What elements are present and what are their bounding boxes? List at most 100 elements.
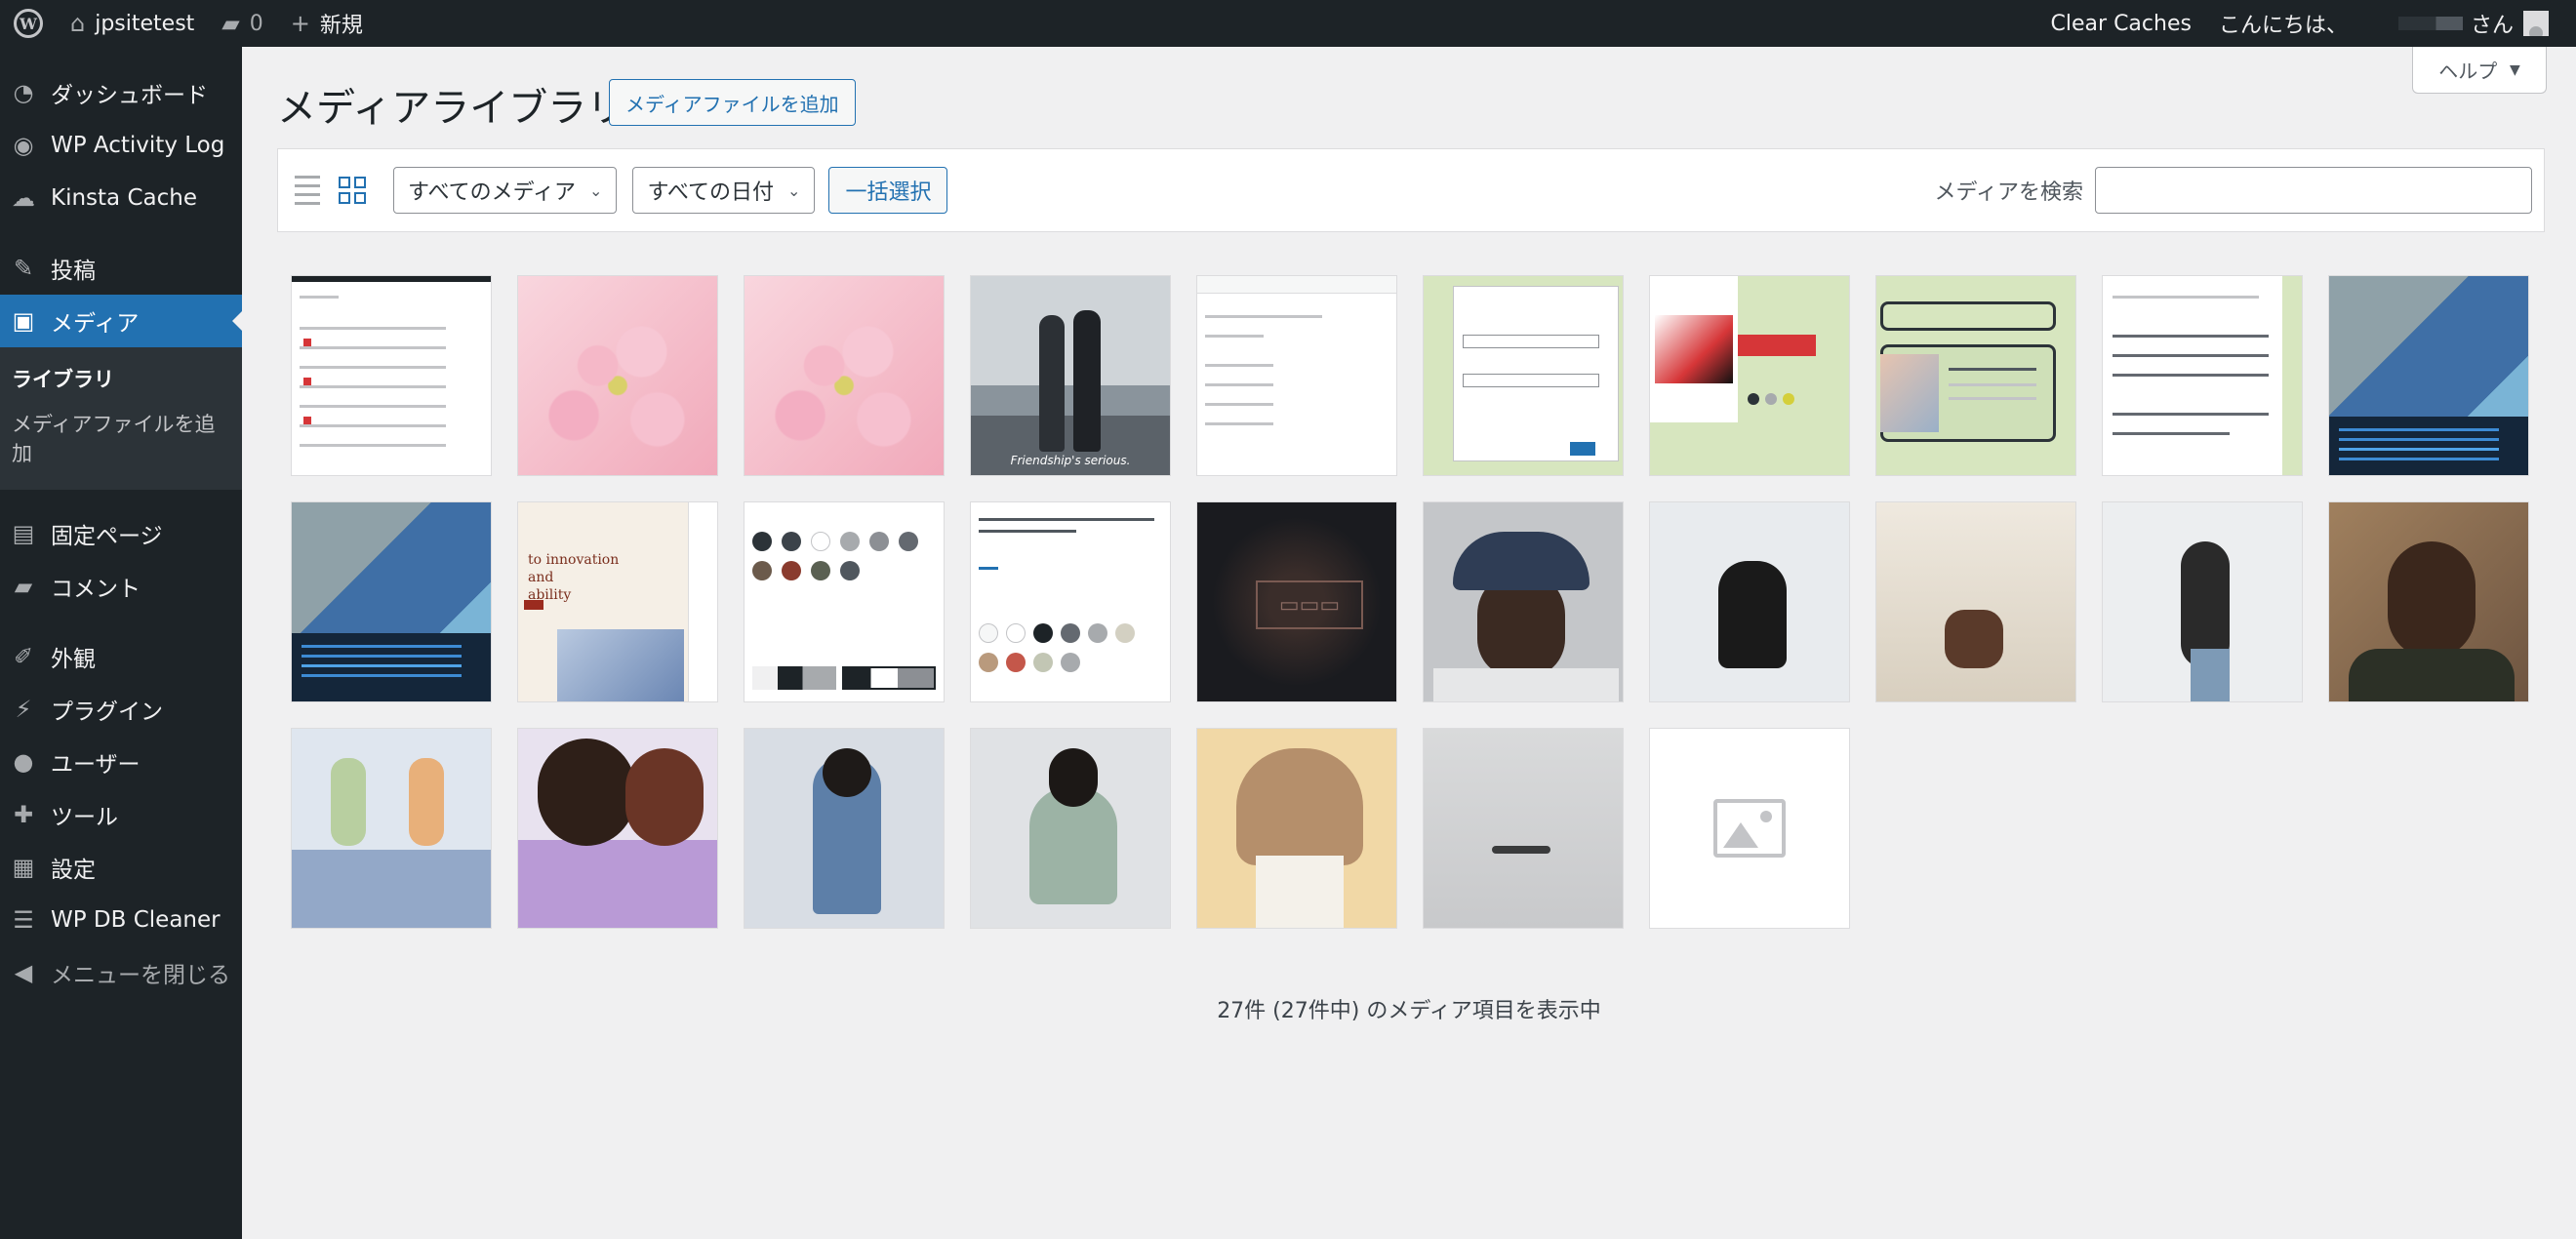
comment-bubble-icon: ▰ — [221, 10, 240, 37]
date-filter[interactable]: すべての日付 ⌄ — [632, 167, 816, 214]
sidebar-item-kinsta-cache[interactable]: ☁ Kinsta Cache — [0, 172, 242, 224]
sidebar-item-label: 外観 — [51, 647, 96, 672]
add-media-button[interactable]: メディアファイルを追加 — [609, 79, 856, 126]
attachments-grid: Friendship's serious. to innovation and … — [291, 275, 2555, 929]
media-submenu: ライブラリ メディアファイルを追加 — [0, 347, 242, 490]
submenu-library[interactable]: ライブラリ — [0, 357, 242, 402]
attachment-thumbnail[interactable] — [1423, 728, 1624, 929]
page-title: メディアライブラリ — [277, 86, 626, 131]
attachment-thumbnail[interactable] — [1423, 275, 1624, 476]
help-tab-label: ヘルプ — [2438, 60, 2498, 83]
attachment-thumbnail[interactable] — [291, 275, 492, 476]
plugin-icon: ⚡ — [15, 696, 32, 723]
sidebar-item-posts[interactable]: ✎ 投稿 — [0, 242, 242, 295]
comments-count: 0 — [249, 11, 263, 36]
home-icon: ⌂ — [70, 10, 86, 37]
brush-icon: ✐ — [13, 643, 34, 670]
sidebar-item-label: 設定 — [51, 858, 96, 883]
sidebar-item-activity-log[interactable]: ◉ WP Activity Log — [0, 119, 242, 172]
attachment-thumbnail[interactable] — [2328, 501, 2529, 702]
sidebar-item-label: メニューを閉じる — [51, 963, 230, 988]
greeting: こんにちは、 — [2218, 14, 2348, 38]
comment-icon: ▰ — [14, 573, 33, 600]
sidebar-item-db-cleaner[interactable]: ☰ WP DB Cleaner — [0, 894, 242, 946]
activity-log-icon: ◉ — [13, 132, 34, 159]
help-tab-button[interactable]: ヘルプ ▼ — [2412, 47, 2547, 94]
attachment-thumbnail[interactable] — [1423, 501, 1624, 702]
sidebar-item-label: プラグイン — [51, 699, 163, 725]
sidebar-item-media[interactable]: ▣ メディア — [0, 295, 242, 347]
attachment-thumbnail[interactable] — [1196, 728, 1397, 929]
pin-icon: ✎ — [13, 255, 34, 282]
sidebar-item-comments[interactable]: ▰ コメント — [0, 560, 242, 613]
image-placeholder-icon — [1713, 799, 1786, 858]
avatar — [2523, 11, 2549, 36]
san-suffix: さん — [2470, 14, 2514, 38]
new-label: 新規 — [319, 14, 363, 38]
sidebar-item-label: コメント — [51, 577, 141, 602]
attachment-thumbnail[interactable] — [291, 728, 492, 929]
sidebar-item-label: 固定ページ — [51, 524, 163, 549]
attachment-thumbnail[interactable] — [1649, 275, 1850, 476]
sidebar-item-users[interactable]: ● ユーザー — [0, 736, 242, 788]
attachment-thumbnail[interactable] — [517, 728, 718, 929]
attachment-thumbnail[interactable] — [970, 501, 1171, 702]
attachment-thumbnail[interactable] — [1196, 275, 1397, 476]
my-account-link[interactable]: こんにちは、 さん — [2205, 0, 2562, 47]
sidebar-item-pages[interactable]: ▤ 固定ページ — [0, 507, 242, 560]
bulk-select-button[interactable]: 一括選択 — [828, 167, 948, 214]
attachment-thumbnail[interactable]: ▭▭▭ — [1196, 501, 1397, 702]
clear-caches-label: Clear Caches — [2050, 11, 2192, 36]
collapse-menu-button[interactable]: ◀ メニューを閉じる — [0, 946, 242, 999]
attachment-thumbnail[interactable] — [1649, 501, 1850, 702]
redacted-username — [2355, 17, 2463, 30]
attachment-thumbnail[interactable] — [2102, 275, 2303, 476]
clear-caches-link[interactable]: Clear Caches — [2037, 0, 2205, 47]
sidebar-item-label: メディア — [51, 311, 140, 337]
attachment-thumbnail[interactable] — [1875, 275, 2076, 476]
date-filter-value: すべての日付 — [647, 180, 775, 205]
attachment-thumbnail[interactable] — [744, 275, 945, 476]
comments-link[interactable]: ▰ 0 — [208, 0, 276, 47]
media-search-input[interactable] — [2095, 167, 2532, 214]
attachment-thumbnail[interactable] — [2102, 501, 2303, 702]
admin-bar: W ⌂ jpsitetest ▰ 0 + 新規 Clear Caches こんに… — [0, 0, 2576, 47]
sidebar-item-label: ツール — [51, 805, 118, 830]
sidebar-item-settings[interactable]: ▦ 設定 — [0, 841, 242, 894]
search-label: メディアを検索 — [1934, 180, 2083, 205]
site-name-link[interactable]: ⌂ jpsitetest — [57, 0, 208, 47]
attachment-thumbnail[interactable] — [1875, 501, 2076, 702]
attachment-thumbnail[interactable] — [2328, 275, 2529, 476]
attachment-thumbnail[interactable] — [970, 728, 1171, 929]
cloud-icon: ☁ — [12, 184, 35, 212]
attachment-thumbnail[interactable] — [517, 275, 718, 476]
sidebar-item-label: ダッシュボード — [51, 83, 208, 108]
site-name: jpsitetest — [95, 11, 195, 36]
sidebar-item-appearance[interactable]: ✐ 外観 — [0, 630, 242, 683]
attachment-thumbnail[interactable] — [744, 501, 945, 702]
dashboard-icon: ◔ — [13, 79, 34, 106]
attachment-thumbnail[interactable]: Friendship's serious. — [970, 275, 1171, 476]
attachment-thumbnail[interactable] — [744, 728, 945, 929]
grid-view-icon[interactable] — [335, 173, 370, 208]
attachment-thumbnail[interactable]: to innovation and ability — [517, 501, 718, 702]
page-icon: ▤ — [12, 520, 35, 547]
sidebar-item-label: 投稿 — [51, 259, 96, 284]
submenu-add-new[interactable]: メディアファイルを追加 — [0, 402, 242, 476]
sidebar-item-plugins[interactable]: ⚡ プラグイン — [0, 683, 242, 736]
attachment-thumbnail[interactable] — [1649, 728, 1850, 929]
sidebar-item-dashboard[interactable]: ◔ ダッシュボード — [0, 66, 242, 119]
image-caption: Friendship's serious. — [1010, 454, 1131, 467]
sidebar-item-label: Kinsta Cache — [51, 185, 197, 211]
chevron-down-icon: ⌄ — [787, 180, 801, 200]
sidebar-item-label: ユーザー — [51, 752, 141, 778]
list-view-icon[interactable] — [290, 173, 325, 208]
new-content-link[interactable]: + 新規 — [277, 0, 377, 47]
sidebar-item-tools[interactable]: ✚ ツール — [0, 788, 242, 841]
wordpress-logo-icon[interactable]: W — [0, 0, 57, 47]
media-type-filter[interactable]: すべてのメディア ⌄ — [393, 167, 618, 214]
media-icon: ▣ — [12, 307, 35, 335]
settings-icon: ▦ — [12, 854, 35, 881]
attachment-thumbnail[interactable] — [291, 501, 492, 702]
caret-down-icon: ▼ — [2509, 61, 2520, 78]
